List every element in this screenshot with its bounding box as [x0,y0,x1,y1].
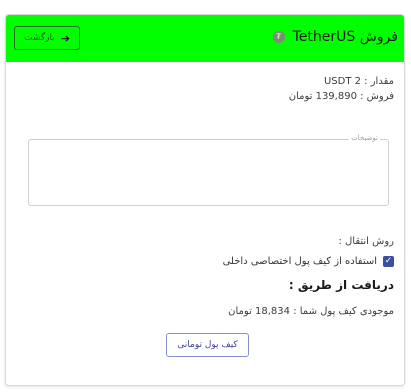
toman-wallet-button[interactable]: کیف پول تومانی [166,333,249,357]
internal-wallet-option[interactable]: ✓ استفاده از کیف پول اختصاصی داخلی [223,256,394,267]
amount-text: مقدار : USDT 2 [323,76,394,87]
sale-price-text: فروش : 139,890 تومان [288,91,394,102]
back-button-label: بازگشت [24,33,55,43]
description-label: توضیحات [349,134,380,142]
order-info: مقدار : USDT 2 فروش : 139,890 تومان [289,74,394,104]
internal-wallet-checkbox[interactable]: ✓ [383,256,394,267]
internal-wallet-label: استفاده از کیف پول اختصاصی داخلی [222,256,377,267]
transfer-method-label: روش انتقال : [338,236,394,247]
back-button[interactable]: ➔ بازگشت [14,26,80,50]
page-title: فروش TetherUS [292,29,398,45]
description-textarea[interactable]: توضیحات [28,134,389,206]
receive-via-title: دریافت از طریق : [288,278,394,292]
card-header: فروش TetherUS ₮ ➔ بازگشت [6,15,404,62]
sell-card: فروش TetherUS ₮ ➔ بازگشت مقدار : USDT 2 … [5,14,405,386]
arrow-right-icon: ➔ [60,31,70,45]
tether-coin-icon: ₮ [272,31,285,43]
wallet-balance-text: موجودی کیف پول شما : 18,834 تومان [228,306,394,317]
title-group: فروش TetherUS ₮ [272,29,398,45]
